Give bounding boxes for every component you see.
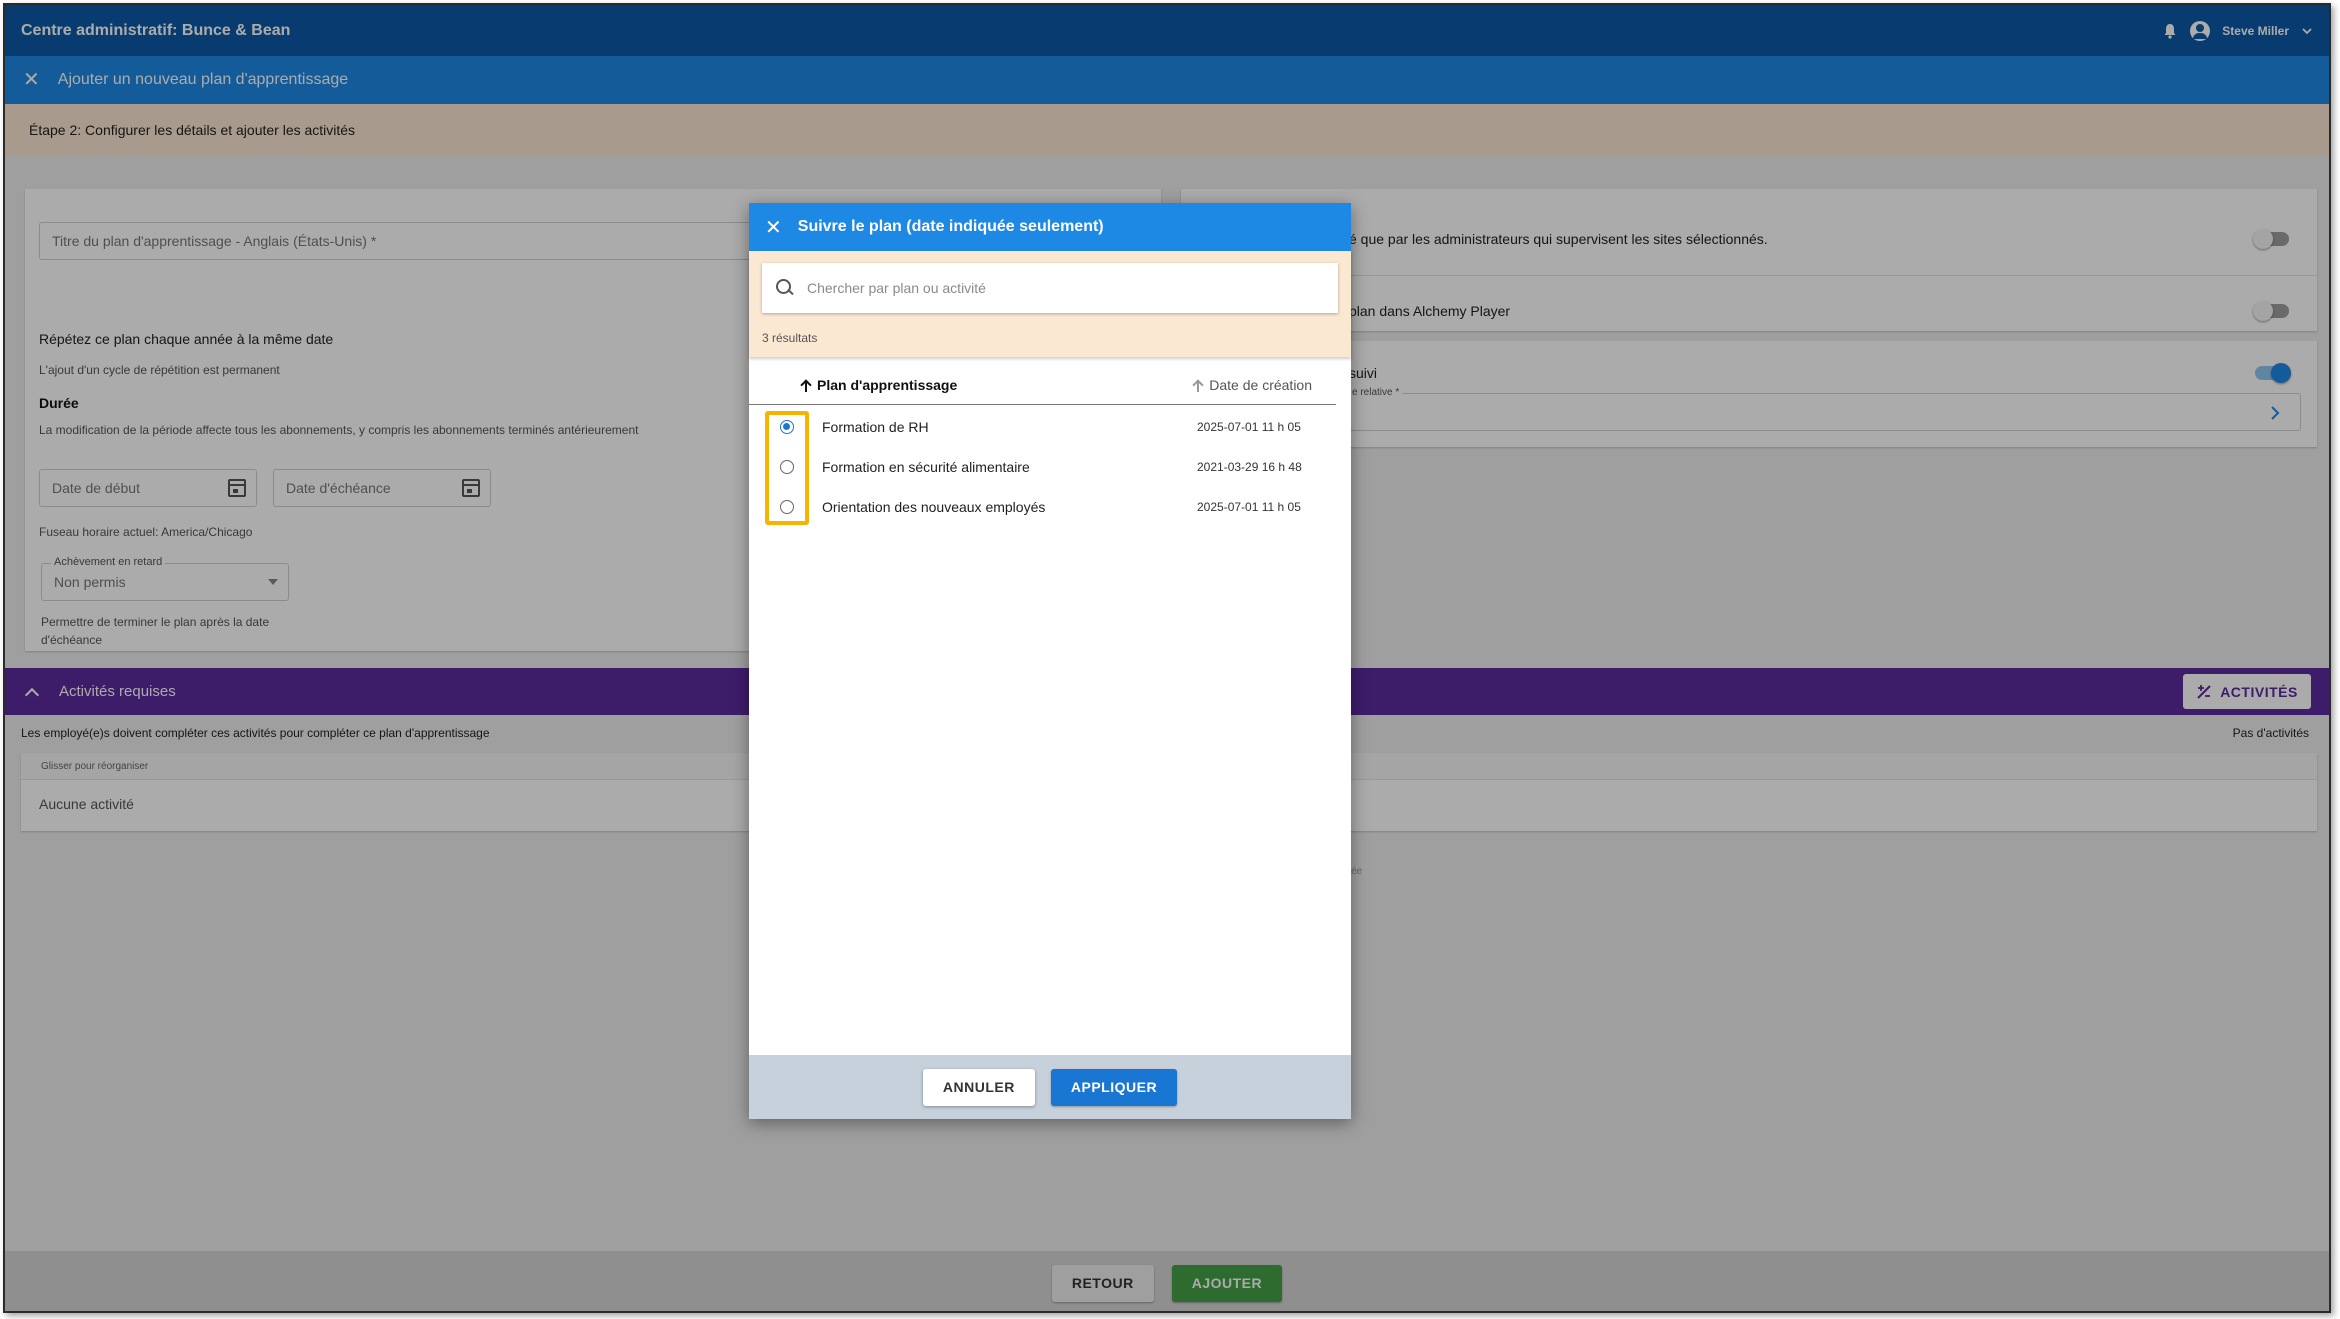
close-icon[interactable]: ✕ [765, 215, 782, 240]
dialog-title: Suivre le plan (date indiquée seulement) [797, 218, 1104, 235]
column-created[interactable]: Date de création [1193, 377, 1312, 393]
column-plan-label: Plan d'apprentissage [817, 376, 958, 393]
column-plan[interactable]: Plan d'apprentissage [801, 377, 957, 393]
search-input[interactable] [806, 280, 1324, 296]
created-date: 2021-03-29 16 h 48 [1197, 460, 1302, 474]
table-row[interactable]: Formation en sécurité alimentaire 2021-0… [749, 447, 1336, 487]
search-box[interactable] [762, 263, 1338, 313]
plan-name: Formation de RH [822, 419, 929, 435]
radio-highlight-box [765, 411, 809, 525]
results-count: 3 résultats [762, 331, 818, 345]
column-created-label: Date de création [1209, 376, 1312, 393]
dialog-footer: ANNULER APPLIQUER [749, 1055, 1351, 1119]
table-header: Plan d'apprentissage Date de création [749, 365, 1336, 405]
plan-name: Orientation des nouveaux employés [822, 499, 1046, 515]
table-row[interactable]: Orientation des nouveaux employés 2025-0… [749, 487, 1336, 527]
app-window: Centre administratif: Bunce & Bean Steve… [3, 3, 2331, 1313]
created-date: 2025-07-01 11 h 05 [1197, 420, 1301, 434]
table-row[interactable]: Formation de RH 2025-07-01 11 h 05 [749, 407, 1336, 447]
dialog-search-area: 3 résultats [749, 251, 1351, 357]
cancel-button[interactable]: ANNULER [922, 1068, 1035, 1106]
plan-name: Formation en sécurité alimentaire [822, 459, 1030, 475]
created-date: 2025-07-01 11 h 05 [1197, 500, 1301, 514]
sort-arrow-icon [801, 380, 811, 392]
search-icon [776, 279, 793, 297]
apply-button[interactable]: APPLIQUER [1050, 1068, 1178, 1106]
dialog-header: ✕ Suivre le plan (date indiquée seulemen… [749, 203, 1351, 251]
sort-arrow-icon [1193, 380, 1203, 392]
follow-plan-dialog: ✕ Suivre le plan (date indiquée seulemen… [749, 203, 1351, 1119]
